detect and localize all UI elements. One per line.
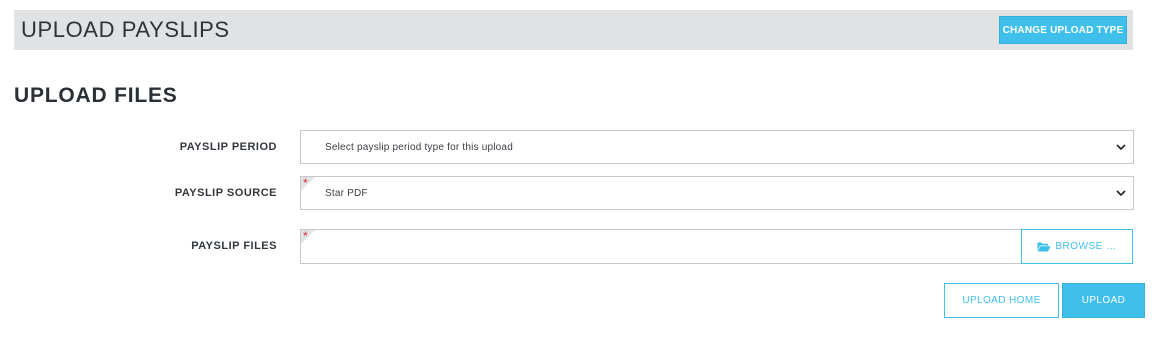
payslip-files-input[interactable]: * xyxy=(300,229,1022,264)
upload-button[interactable]: UPLOAD xyxy=(1062,283,1145,318)
required-star: * xyxy=(303,176,308,190)
page-header: UPLOAD PAYSLIPS CHANGE UPLOAD TYPE xyxy=(14,10,1133,50)
browse-label: BROWSE … xyxy=(1055,241,1117,252)
upload-payslips-page: UPLOAD PAYSLIPS CHANGE UPLOAD TYPE UPLOA… xyxy=(0,0,1164,346)
change-upload-type-button[interactable]: CHANGE UPLOAD TYPE xyxy=(999,16,1127,44)
payslip-source-label: PAYSLIP SOURCE xyxy=(174,187,277,199)
payslip-files-label: PAYSLIP FILES xyxy=(191,240,277,252)
browse-button[interactable]: BROWSE … xyxy=(1021,229,1133,264)
payslip-period-label: PAYSLIP PERIOD xyxy=(179,141,277,153)
payslip-source-select[interactable]: * Star PDF xyxy=(300,176,1134,210)
page-title: UPLOAD PAYSLIPS xyxy=(21,17,230,42)
chevron-down-icon xyxy=(1116,144,1126,151)
section-title: UPLOAD FILES xyxy=(14,84,178,107)
chevron-down-icon xyxy=(1116,190,1126,197)
upload-home-button[interactable]: UPLOAD HOME xyxy=(944,283,1059,318)
payslip-source-value: Star PDF xyxy=(325,188,368,199)
payslip-period-value: Select payslip period type for this uplo… xyxy=(325,142,513,153)
required-star: * xyxy=(303,229,308,243)
payslip-period-select[interactable]: Select payslip period type for this uplo… xyxy=(300,130,1134,164)
folder-open-icon xyxy=(1037,242,1051,252)
